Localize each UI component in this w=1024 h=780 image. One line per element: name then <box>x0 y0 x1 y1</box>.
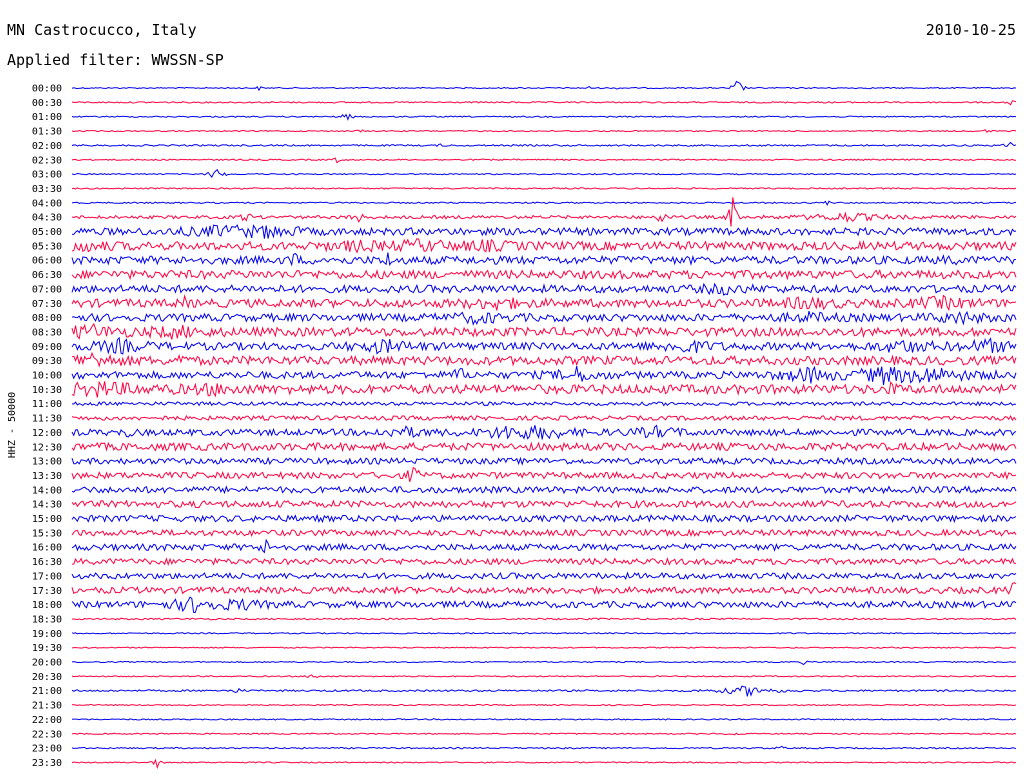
time-label: 03:00 <box>32 170 62 181</box>
time-label: 15:30 <box>32 528 62 539</box>
time-label: 06:00 <box>32 256 62 267</box>
time-label: 07:00 <box>32 284 62 295</box>
time-label: 13:30 <box>32 471 62 482</box>
trace-line <box>71 718 1017 721</box>
time-label: 05:30 <box>32 241 62 252</box>
trace-line <box>71 758 1017 770</box>
time-label: 01:30 <box>32 127 62 138</box>
trace-line <box>71 499 1017 509</box>
time-label: 04:00 <box>32 198 62 209</box>
trace-line <box>71 538 1017 554</box>
trace-line <box>71 336 1017 355</box>
time-label: 00:00 <box>32 84 62 95</box>
time-label: 19:00 <box>32 629 62 640</box>
trace-line <box>71 380 1017 398</box>
time-label: 22:00 <box>32 715 62 726</box>
y-axis-label: HHZ - 50000 <box>7 392 18 458</box>
trace-line <box>71 582 1017 596</box>
time-label: 23:30 <box>32 758 62 769</box>
trace-line <box>71 441 1017 453</box>
trace-line <box>71 100 1017 106</box>
time-label: 18:00 <box>32 600 62 611</box>
time-label: 17:30 <box>32 586 62 597</box>
time-label: 12:30 <box>32 442 62 453</box>
time-label: 11:30 <box>32 414 62 425</box>
trace-line <box>71 646 1016 649</box>
time-label: 16:30 <box>32 557 62 568</box>
trace-line <box>71 80 1017 92</box>
trace-line <box>71 168 1017 179</box>
trace-line <box>71 596 1017 613</box>
trace-line <box>71 310 1017 326</box>
trace-line <box>71 414 1017 422</box>
time-label: 10:00 <box>32 371 62 382</box>
time-label: 18:30 <box>32 614 62 625</box>
time-label: 10:30 <box>32 385 62 396</box>
trace-line <box>71 294 1017 312</box>
trace-line <box>71 617 1017 621</box>
trace-line <box>71 466 1017 482</box>
trace-line <box>71 571 1017 581</box>
time-label: 23:00 <box>32 744 62 755</box>
time-label: 20:00 <box>32 658 62 669</box>
trace-line <box>71 674 1017 679</box>
time-label: 13:00 <box>32 457 62 468</box>
time-label: 21:00 <box>32 686 62 697</box>
trace-line <box>71 224 1017 239</box>
time-label: 20:30 <box>32 672 62 683</box>
trace-line <box>71 456 1017 466</box>
trace-line <box>71 485 1017 495</box>
trace-line <box>71 238 1017 254</box>
time-label: 17:00 <box>32 571 62 582</box>
trace-line <box>71 351 1017 368</box>
trace-line <box>71 157 1017 164</box>
time-label: 11:00 <box>32 399 62 410</box>
time-label: 02:00 <box>32 141 62 152</box>
time-label: 08:30 <box>32 327 62 338</box>
trace-line <box>71 513 1017 524</box>
trace-line <box>71 660 1017 666</box>
time-label: 22:30 <box>32 729 62 740</box>
trace-line <box>71 365 1017 386</box>
time-label: 14:00 <box>32 485 62 496</box>
time-label: 00:30 <box>32 98 62 109</box>
trace-line <box>71 200 1017 207</box>
trace-line <box>71 129 1017 133</box>
time-label: 05:00 <box>32 227 62 238</box>
trace-line <box>71 187 1017 190</box>
time-label: 03:30 <box>32 184 62 195</box>
trace-line <box>71 113 1017 121</box>
trace-line <box>71 745 1017 750</box>
trace-line <box>71 141 1017 148</box>
time-label: 14:30 <box>32 500 62 511</box>
time-label: 02:30 <box>32 155 62 166</box>
time-label: 06:30 <box>32 270 62 281</box>
time-label: 16:00 <box>32 543 62 554</box>
time-label: 08:00 <box>32 313 62 324</box>
trace-line <box>71 400 1017 407</box>
time-label: 04:30 <box>32 213 62 224</box>
trace-line <box>71 703 1017 707</box>
trace-line <box>71 268 1017 281</box>
trace-line <box>71 557 1017 566</box>
trace-line <box>71 632 1017 635</box>
trace-line <box>71 528 1017 538</box>
time-label: 09:00 <box>32 342 62 353</box>
trace-line <box>71 685 1017 697</box>
trace-line <box>71 282 1017 296</box>
trace-line <box>71 732 1017 736</box>
time-label: 15:00 <box>32 514 62 525</box>
trace-line <box>71 252 1017 267</box>
time-label: 12:00 <box>32 428 62 439</box>
helicorder-plot: 00:00 00:30 01:00 01:30 02:00 02:30 03:00 03:30… <box>7 80 1017 770</box>
time-label: 21:30 <box>32 701 62 712</box>
trace-line <box>71 322 1017 340</box>
trace-line <box>71 424 1017 440</box>
time-label: 07:30 <box>32 299 62 310</box>
time-label: 09:30 <box>32 356 62 367</box>
time-label: 01:00 <box>32 112 62 123</box>
time-label: 19:30 <box>32 643 62 654</box>
